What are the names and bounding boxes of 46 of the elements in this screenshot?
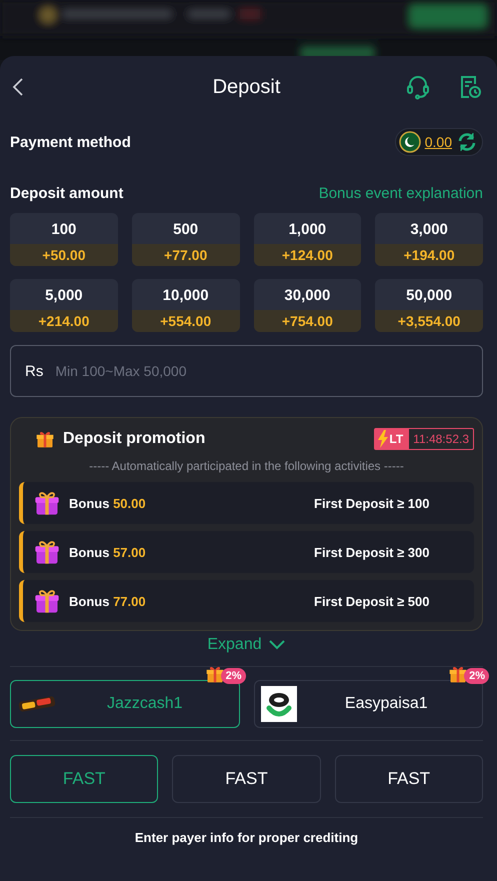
bonus-badge: 2% xyxy=(220,668,246,684)
currency-label: Rs xyxy=(25,362,44,380)
bonus-label: Bonus 50.00 xyxy=(69,496,147,510)
amount-option[interactable]: 100 +50.00 xyxy=(10,213,118,266)
balance-amount[interactable]: 0.00 xyxy=(424,134,452,150)
bonus-explanation-link[interactable]: Bonus event explanation xyxy=(318,184,483,202)
amount-option[interactable]: 10,000 +554.00 xyxy=(132,279,240,332)
footer-note: Enter payer info for proper crediting xyxy=(134,830,360,845)
promotion-title: Deposit promotion xyxy=(63,430,206,448)
gift-icon xyxy=(33,489,61,517)
bonus-condition: First Deposit ≥ 100 xyxy=(314,496,431,510)
bonus-label: Bonus 57.00 xyxy=(69,544,147,560)
section-label: Deposit amount xyxy=(10,184,124,202)
section-label: Payment method xyxy=(10,134,131,150)
refresh-icon[interactable] xyxy=(456,131,478,153)
amount-option[interactable]: 50,000 +3,554.00 xyxy=(375,279,483,332)
amount-option[interactable]: 5,000 +214.00 xyxy=(10,279,118,332)
bonus-condition: First Deposit ≥ 300 xyxy=(314,544,431,560)
page-title: Deposit xyxy=(212,76,280,98)
bonus-badge: 2% xyxy=(464,668,489,684)
wallet-logo-icon xyxy=(260,686,296,722)
badge-text: LT xyxy=(389,432,404,446)
payment-method-option[interactable]: Easypaisa1 xyxy=(254,680,483,728)
promotion-subtitle: ----- Automatically participated in the following activities ----- xyxy=(88,459,405,473)
bonus-label: Bonus 77.00 xyxy=(69,594,147,608)
amount-input[interactable]: Min 100~Max 50,000 xyxy=(55,363,468,379)
gift-icon xyxy=(35,429,55,449)
amount-input-field[interactable]: Rs Min 100~Max 50,000 xyxy=(10,345,483,397)
gift-icon xyxy=(33,587,61,615)
channel-option[interactable]: FAST xyxy=(10,755,158,803)
amount-option[interactable]: 1,000 +124.00 xyxy=(254,213,362,266)
support-icon[interactable] xyxy=(405,74,431,100)
channel-option[interactable]: FAST xyxy=(334,755,483,803)
countdown-timer: 11:48:52.3 xyxy=(412,432,470,446)
amount-option[interactable]: 30,000 +754.00 xyxy=(254,279,362,332)
flag-icon xyxy=(398,131,421,153)
chevron-down-icon xyxy=(268,639,286,651)
amount-option[interactable]: 3,000 +194.00 xyxy=(375,213,483,266)
gift-icon xyxy=(204,664,225,684)
lightning-icon xyxy=(377,430,390,448)
gift-icon xyxy=(33,538,61,566)
gift-icon xyxy=(448,664,468,684)
channel-option[interactable]: FAST xyxy=(172,755,321,803)
expand-button[interactable]: Expand xyxy=(207,636,286,654)
amount-option[interactable]: 500 +77.00 xyxy=(132,213,240,266)
bonus-condition: First Deposit ≥ 500 xyxy=(314,594,431,608)
